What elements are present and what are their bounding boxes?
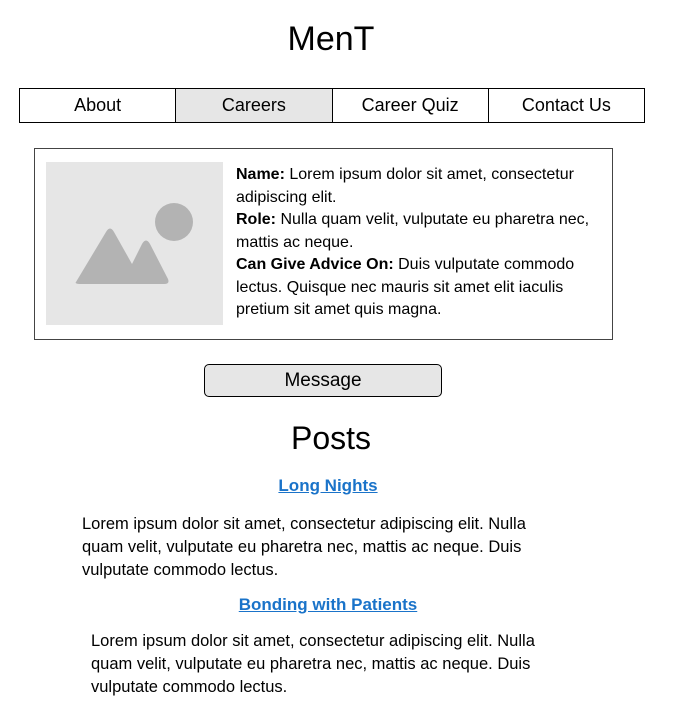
mentor-advice-line: Can Give Advice On: Duis vulputate commo… <box>236 254 604 322</box>
advice-label: Can Give Advice On: <box>236 256 394 273</box>
posts-heading: Posts <box>290 420 372 456</box>
message-button[interactable]: Message <box>204 364 442 397</box>
role-value: Nulla quam velit, vulputate eu pharetra … <box>236 211 590 251</box>
nav-item-career-quiz[interactable]: Career Quiz <box>331 89 488 122</box>
post-link-bonding-with-patients[interactable]: Bonding with Patients <box>239 595 418 614</box>
post-link-long-nights[interactable]: Long Nights <box>278 476 377 495</box>
post-title: Bonding with Patients <box>0 594 656 616</box>
nav-item-about[interactable]: About <box>20 89 176 122</box>
mentor-avatar <box>46 162 223 325</box>
site-title: MenT <box>287 20 375 58</box>
name-label: Name: <box>236 166 285 183</box>
image-placeholder-icon <box>75 203 193 284</box>
mentor-profile-card: Name: Lorem ipsum dolor sit amet, consec… <box>34 148 613 340</box>
mentor-details: Name: Lorem ipsum dolor sit amet, consec… <box>236 164 604 322</box>
name-value: Lorem ipsum dolor sit amet, consectetur … <box>236 166 574 206</box>
main-nav: About Careers Career Quiz Contact Us <box>19 88 645 123</box>
post-body: Lorem ipsum dolor sit amet, consectetur … <box>82 515 526 579</box>
mentor-name-line: Name: Lorem ipsum dolor sit amet, consec… <box>236 164 604 209</box>
role-label: Role: <box>236 211 276 228</box>
post-title: Long Nights <box>0 475 656 497</box>
mentor-role-line: Role: Nulla quam velit, vulputate eu pha… <box>236 209 604 254</box>
post-body: Lorem ipsum dolor sit amet, consectetur … <box>91 632 535 696</box>
nav-item-careers[interactable]: Careers <box>175 89 332 122</box>
nav-item-contact-us[interactable]: Contact Us <box>487 89 644 122</box>
